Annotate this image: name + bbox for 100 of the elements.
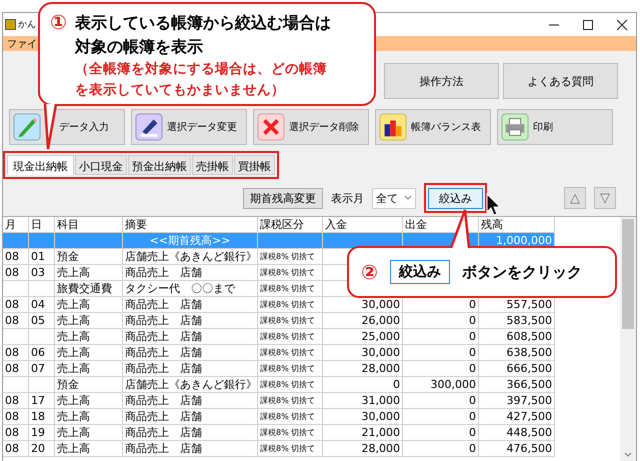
month-cell: 08: [3, 297, 29, 312]
withdrawal-cell: 0: [403, 425, 479, 440]
tax-cell: 課税8% 切捨て: [258, 329, 323, 344]
ledger-tab[interactable]: 預金出納帳: [128, 155, 191, 175]
balance-cell: 608,500: [479, 329, 555, 344]
memo-cell: 商品売上 店舗: [123, 345, 258, 360]
tax-cell: 課税8% 切捨て: [258, 249, 323, 264]
ledger-tab[interactable]: 現金出納帳: [7, 155, 74, 175]
account-cell: 売上高: [55, 313, 123, 328]
toolbar-button[interactable]: 帳簿バランス表: [375, 109, 491, 145]
deposit-cell: 25,000: [323, 329, 403, 344]
column-header[interactable]: 日: [29, 217, 55, 232]
deposit-cell: 28,000: [323, 441, 403, 456]
scrollbar[interactable]: [620, 217, 636, 461]
column-header[interactable]: 月: [3, 217, 29, 232]
account-cell: 売上高: [55, 441, 123, 456]
step-number: ①: [50, 11, 67, 36]
memo-cell: 商品売上 店舗: [123, 361, 258, 376]
toolbar-button[interactable]: 操作方法: [384, 63, 499, 99]
memo-cell: 商品売上 店舗: [123, 393, 258, 408]
menu-item[interactable]: ファイ: [7, 36, 37, 50]
balance-cell: 638,500: [479, 345, 555, 360]
month-cell: 08: [3, 265, 29, 280]
memo-cell: 商品売上 店舗: [123, 425, 258, 440]
balance-cell: 366,500: [479, 377, 555, 392]
deposit-cell: 26,000: [323, 313, 403, 328]
account-cell: 売上高: [55, 409, 123, 424]
day-cell: 18: [29, 409, 55, 424]
day-cell: 19: [29, 425, 55, 440]
deposit-cell: 31,000: [323, 393, 403, 408]
maximize-icon[interactable]: [582, 18, 594, 30]
day-cell: 05: [29, 313, 55, 328]
tax-cell: 課税8% 切捨て: [258, 345, 323, 360]
month-cell: 08: [3, 425, 29, 440]
toolbar-button[interactable]: よくある質問: [503, 63, 618, 99]
bar-chart-icon: [379, 113, 407, 141]
withdrawal-cell: 0: [403, 345, 479, 360]
ledger-tab[interactable]: 売掛帳: [192, 155, 233, 175]
column-header[interactable]: 摘要: [123, 217, 258, 232]
withdrawal-cell: 0: [403, 313, 479, 328]
month-cell: 08: [3, 313, 29, 328]
withdrawal-cell: 300,000: [403, 377, 479, 392]
ledger-tab[interactable]: 買掛帳: [234, 155, 275, 175]
account-cell: 売上高: [55, 425, 123, 440]
withdrawal-cell: 0: [403, 329, 479, 344]
tax-cell: 課税8% 切捨て: [258, 297, 323, 312]
memo-cell: 商品売上 店舗: [123, 265, 258, 280]
deposit-cell: 21,000: [323, 425, 403, 440]
day-cell: 07: [29, 361, 55, 376]
column-header[interactable]: 科目: [55, 217, 123, 232]
toolbar-button[interactable]: 印刷: [497, 109, 613, 145]
day-cell: 17: [29, 393, 55, 408]
account-cell: 売上高: [55, 297, 123, 312]
deposit-cell: 30,000: [323, 345, 403, 360]
tax-cell: 課税8% 切捨て: [258, 409, 323, 424]
tax-cell: 課税8% 切捨て: [258, 441, 323, 456]
account-cell: 売上高: [55, 361, 123, 376]
deposit-cell: 0: [323, 377, 403, 392]
month-cell: 08: [3, 393, 29, 408]
tax-cell: 課税8% 切捨て: [258, 313, 323, 328]
column-header[interactable]: 残高: [479, 217, 555, 232]
cross-icon: [257, 113, 285, 141]
month-cell: 08: [3, 441, 29, 456]
pencil-icon: [13, 113, 41, 141]
tax-cell: 課税8% 切捨て: [258, 281, 323, 296]
app-icon: [5, 19, 16, 30]
column-header[interactable]: 課税区分: [258, 217, 323, 232]
memo-cell: 商品売上 店舗: [123, 441, 258, 456]
printer-icon: [501, 113, 529, 141]
filter-button[interactable]: 絞込み: [428, 188, 483, 209]
month-label: 表示月: [331, 190, 364, 206]
balance-cell: 476,500: [479, 441, 555, 456]
memo-cell: 商品売上 店舗: [123, 297, 258, 312]
month-cell: 08: [3, 345, 29, 360]
column-header[interactable]: 入金: [323, 217, 403, 232]
window-title: かん: [18, 19, 36, 31]
day-cell: 01: [29, 249, 55, 264]
account-cell: 売上高: [55, 393, 123, 408]
balance-cell: 583,500: [479, 313, 555, 328]
month-cell: 08: [3, 409, 29, 424]
toolbar-button[interactable]: 選択データ変更: [131, 109, 247, 145]
balance-cell: 427,500: [479, 409, 555, 424]
account-cell: 預金: [55, 249, 123, 264]
opening-balance-button[interactable]: 期首残高変更: [243, 188, 323, 208]
memo-cell: タクシー代 〇〇まで: [123, 281, 258, 296]
pencil-icon: [135, 113, 163, 141]
deposit-cell: 28,000: [323, 361, 403, 376]
withdrawal-cell: 0: [403, 409, 479, 424]
month-cell: 08: [3, 361, 29, 376]
scroll-down-icon[interactable]: [624, 452, 632, 458]
month-cell: 08: [3, 249, 29, 264]
toolbar-button[interactable]: データ入力: [9, 109, 125, 145]
tax-cell: 課税8% 切捨て: [258, 377, 323, 392]
tax-cell: 課税8% 切捨て: [258, 425, 323, 440]
ledger-tab[interactable]: 小口現金: [75, 155, 127, 175]
balance-cell: 397,500: [479, 393, 555, 408]
month-select[interactable]: 全て: [372, 188, 416, 208]
account-cell: 預金: [55, 377, 123, 392]
close-icon[interactable]: [616, 18, 628, 30]
toolbar-button[interactable]: 選択データ削除: [253, 109, 369, 145]
